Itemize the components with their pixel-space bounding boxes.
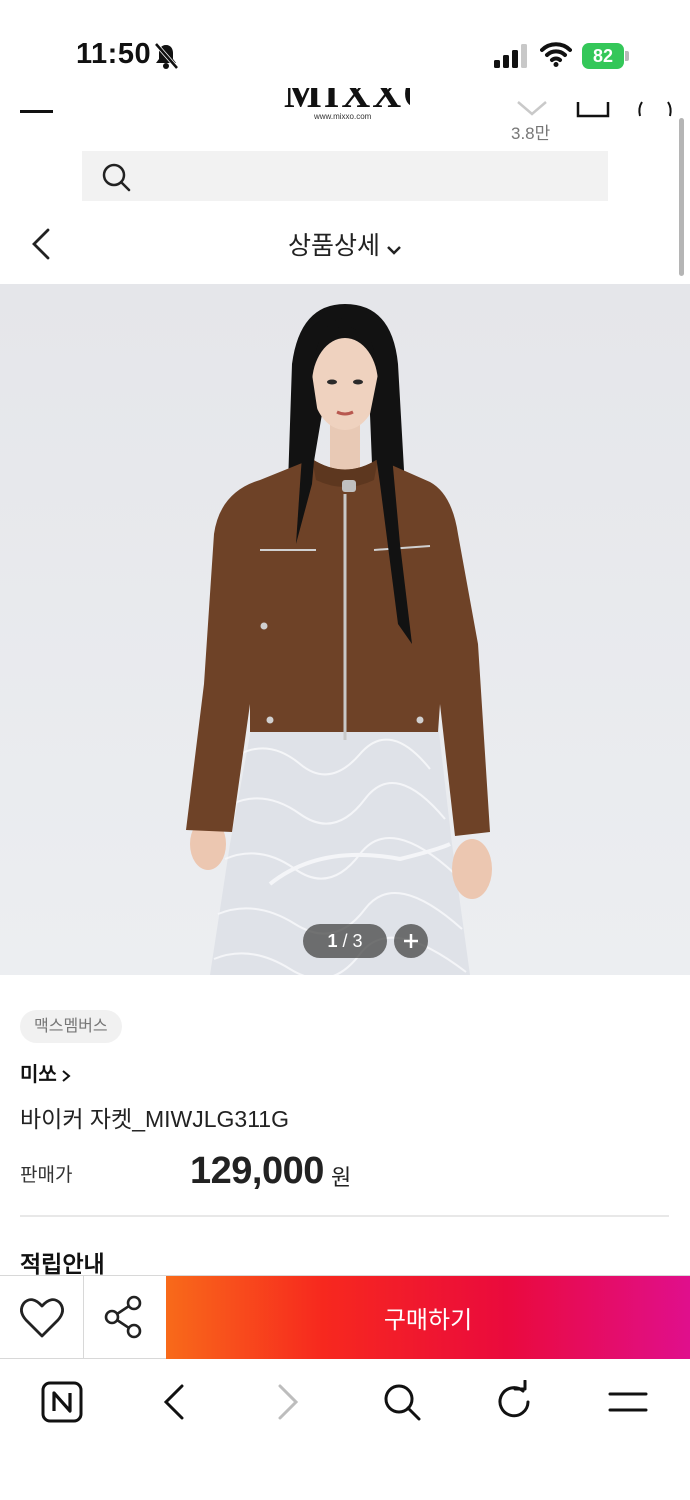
- chevron-down-icon: [387, 245, 401, 255]
- site-header: MIXXO www.mixxo.com 3.8만 상품상세: [0, 88, 690, 283]
- plus-icon: [404, 934, 418, 948]
- refresh-icon[interactable]: [492, 1380, 536, 1424]
- status-time: 11:50: [76, 38, 152, 70]
- price-unit: 원: [331, 1165, 352, 1190]
- brand-logo[interactable]: MIXXO: [280, 88, 410, 128]
- cart-icon[interactable]: [576, 102, 610, 118]
- my-page-icon[interactable]: [636, 100, 676, 118]
- brand-name: 미쏘: [20, 1064, 57, 1086]
- search-icon: [102, 163, 131, 192]
- logo-url: www.mixxo.com: [314, 112, 372, 121]
- battery-icon: 82: [582, 43, 630, 69]
- product-image[interactable]: 1 / 3: [0, 284, 690, 975]
- purchase-bar: 구매하기: [0, 1275, 690, 1359]
- pager-total: 3: [352, 931, 363, 951]
- image-pager: 1 / 3: [303, 924, 387, 958]
- brand-link[interactable]: 미쏘: [20, 1058, 71, 1087]
- naver-icon[interactable]: [40, 1380, 84, 1424]
- menu-icon[interactable]: [606, 1380, 650, 1424]
- search-icon[interactable]: [380, 1380, 424, 1424]
- battery-level: 82: [582, 43, 624, 69]
- product-name: 바이커 자켓_MIWJLG311G: [20, 1106, 289, 1132]
- like-heart-icon[interactable]: [516, 100, 548, 116]
- buy-button[interactable]: 구매하기: [166, 1276, 690, 1359]
- status-bar: 11:50 82: [0, 0, 690, 100]
- like-count: 3.8만: [511, 124, 551, 143]
- browser-toolbar: [0, 1360, 690, 1500]
- share-icon: [104, 1295, 142, 1339]
- hamburger-menu-icon[interactable]: [20, 110, 53, 113]
- wifi-icon: [540, 42, 572, 67]
- bell-slash-icon: [154, 42, 179, 70]
- pager-separator: /: [342, 931, 348, 951]
- search-input[interactable]: [142, 151, 602, 201]
- chevron-right-icon: [62, 1069, 71, 1082]
- back-arrow-icon[interactable]: [152, 1380, 196, 1424]
- member-badge: 맥스멤버스: [20, 1010, 122, 1043]
- page-scrollbar[interactable]: [679, 118, 684, 276]
- signal-icon: [494, 44, 527, 68]
- wishlist-button[interactable]: [0, 1276, 84, 1359]
- price-value: 129,000: [190, 1150, 324, 1192]
- price-label: 판매가: [20, 1165, 73, 1186]
- divider: [20, 1215, 669, 1217]
- section-title: 적립안내: [20, 1251, 105, 1275]
- page-title-dropdown[interactable]: 상품상세: [0, 226, 690, 262]
- pager-current: 1: [327, 931, 338, 951]
- page-title: 상품상세: [287, 232, 380, 260]
- zoom-button[interactable]: [394, 924, 428, 958]
- share-button[interactable]: [84, 1276, 166, 1359]
- heart-icon: [20, 1298, 64, 1338]
- points-section: 적립안내: [20, 1248, 220, 1275]
- product-photo: [186, 304, 492, 975]
- forward-arrow-icon[interactable]: [266, 1380, 310, 1424]
- search-bar[interactable]: [82, 151, 608, 201]
